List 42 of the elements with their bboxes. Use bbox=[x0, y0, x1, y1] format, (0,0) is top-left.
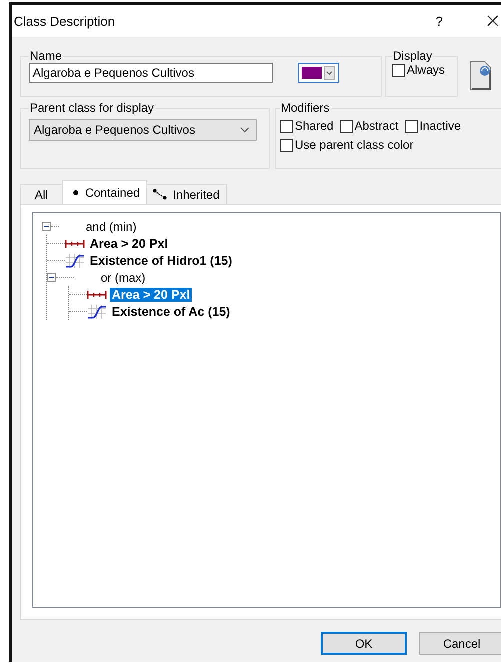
checkbox[interactable] bbox=[404, 120, 418, 132]
checkbox-label: Use parent class color bbox=[295, 138, 414, 152]
group-label: Display bbox=[392, 49, 434, 63]
chevron-down-icon bbox=[324, 66, 335, 80]
collapse-toggle-icon[interactable] bbox=[42, 222, 51, 231]
group-label: Parent class for display bbox=[29, 101, 156, 115]
checkbox-label: Shared bbox=[295, 119, 334, 133]
checkbox[interactable] bbox=[280, 138, 293, 152]
dialog-button[interactable]: OK bbox=[321, 632, 407, 655]
chevron-down-icon bbox=[240, 127, 250, 133]
tree-item[interactable]: Existence of Ac (15) bbox=[110, 304, 232, 318]
curve-chart-icon bbox=[87, 304, 107, 320]
document-icon[interactable] bbox=[470, 61, 492, 91]
tab[interactable]: Inherited bbox=[146, 184, 227, 204]
checkbox-label: Inactive bbox=[420, 119, 462, 133]
collapse-toggle-icon[interactable] bbox=[47, 273, 56, 282]
dot-icon bbox=[73, 190, 80, 196]
checkbox[interactable] bbox=[392, 64, 405, 76]
tree-item[interactable]: Existence of Hidro1 (15) bbox=[88, 254, 234, 268]
curve-chart-icon bbox=[65, 252, 85, 268]
name-field[interactable]: Algaroba e Pequenos Cultivos bbox=[29, 63, 273, 83]
close-icon[interactable] bbox=[487, 15, 499, 27]
window-title: Class Description bbox=[14, 14, 116, 28]
tab[interactable]: Contained bbox=[62, 180, 148, 204]
checkbox-label: Abstract bbox=[354, 119, 399, 133]
range-icon bbox=[87, 290, 107, 300]
connected-nodes-icon bbox=[153, 189, 168, 200]
checkbox-label: Always bbox=[407, 63, 446, 77]
tree-item[interactable]: or (max) bbox=[99, 270, 148, 284]
tree-item[interactable]: Area > 20 Pxl bbox=[88, 236, 170, 250]
tree-item[interactable]: Area > 20 Pxl bbox=[110, 288, 192, 302]
group-label: Modifiers bbox=[280, 101, 331, 115]
tab[interactable]: All bbox=[20, 184, 64, 204]
color-picker[interactable] bbox=[298, 63, 339, 83]
checkbox[interactable] bbox=[340, 120, 353, 132]
checkbox[interactable] bbox=[280, 120, 293, 132]
help-button[interactable]: ? bbox=[430, 14, 449, 28]
group-label: Name bbox=[29, 49, 64, 63]
range-icon bbox=[65, 238, 85, 248]
tree-item[interactable]: and (min) bbox=[84, 220, 139, 234]
parent-class-dropdown[interactable]: Algaroba e Pequenos Cultivos bbox=[29, 119, 257, 141]
dialog-button[interactable]: Cancel bbox=[419, 632, 501, 655]
